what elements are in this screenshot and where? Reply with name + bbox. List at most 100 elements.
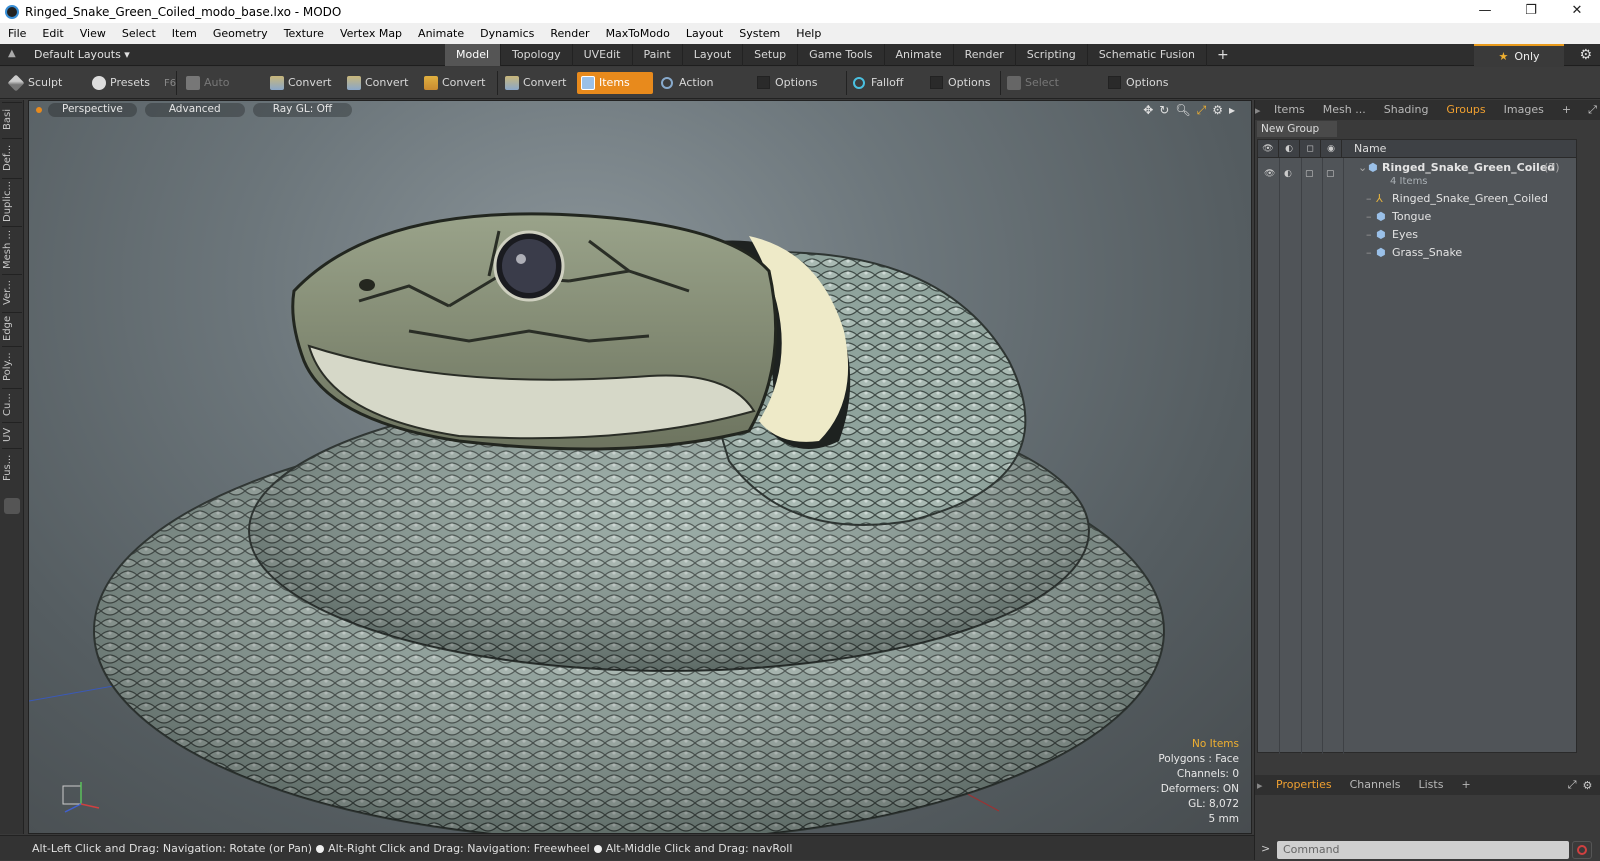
menu-file[interactable]: File	[0, 23, 34, 44]
select-through-options-button[interactable]: Options	[1104, 72, 1188, 94]
list-item[interactable]: – ⬢ Tongue	[1258, 208, 1576, 226]
vtab-edge[interactable]: Edge	[2, 312, 22, 344]
properties-expand-icon[interactable]: ⤢	[1568, 778, 1577, 792]
only-toggle-button[interactable]: ★ Only	[1474, 44, 1564, 66]
menu-item[interactable]: Item	[164, 23, 205, 44]
vtab-mesh-edit[interactable]: Mesh ...	[2, 226, 22, 272]
gear-icon[interactable]: ⚙	[1579, 47, 1592, 63]
menu-edit[interactable]: Edit	[34, 23, 71, 44]
tab-lists[interactable]: Lists	[1410, 775, 1453, 795]
tab-game-tools[interactable]: Game Tools	[798, 44, 885, 66]
default-layouts-dropdown[interactable]: Default Layouts ▾	[34, 48, 130, 61]
list-item[interactable]: – ⅄ Ringed_Snake_Green_Coiled	[1258, 190, 1576, 208]
options-checkbox-1[interactable]	[757, 76, 770, 89]
viewport-expand-arrow-icon[interactable]: ▸	[1229, 103, 1235, 118]
options-checkbox-3[interactable]	[1108, 76, 1121, 89]
menu-render[interactable]: Render	[542, 23, 597, 44]
tab-mesh[interactable]: Mesh ...	[1314, 100, 1375, 120]
menu-layout[interactable]: Layout	[678, 23, 731, 44]
tab-animate[interactable]: Animate	[885, 44, 954, 66]
render-column-icon[interactable]: ◐	[1279, 139, 1300, 158]
menu-system[interactable]: System	[731, 23, 788, 44]
zoom-view-icon[interactable]: 🔍︎	[1175, 103, 1190, 118]
tab-items[interactable]: Items	[1265, 100, 1314, 120]
lock-column-icon[interactable]: ◻	[1300, 139, 1321, 158]
tab-layout[interactable]: Layout	[683, 44, 744, 66]
command-input[interactable]: Command	[1277, 841, 1569, 859]
rotate-view-icon[interactable]: ↻	[1159, 103, 1169, 118]
add-properties-tab-button[interactable]: +	[1452, 775, 1479, 795]
tab-paint[interactable]: Paint	[633, 44, 683, 66]
panel-handle-icon[interactable]: ▸	[1255, 104, 1265, 117]
command-record-button[interactable]	[1572, 841, 1592, 859]
action-center-options-button[interactable]: Options	[753, 72, 843, 94]
perspective-button[interactable]: Perspective	[48, 103, 137, 117]
properties-gear-icon[interactable]: ⚙	[1583, 779, 1593, 792]
tab-groups[interactable]: Groups	[1437, 100, 1494, 120]
tab-images[interactable]: Images	[1495, 100, 1553, 120]
list-item[interactable]: – ⬢ Grass_Snake	[1258, 244, 1576, 262]
menu-view[interactable]: View	[72, 23, 114, 44]
tab-model[interactable]: Model	[445, 44, 502, 66]
tab-scripting[interactable]: Scripting	[1016, 44, 1088, 66]
tab-setup[interactable]: Setup	[743, 44, 799, 66]
vtab-uv[interactable]: UV	[2, 422, 22, 446]
viewport-menu-dot[interactable]	[36, 107, 42, 113]
convert-vertices-button[interactable]: Convert	[266, 72, 340, 94]
close-button[interactable]: ✕	[1554, 0, 1600, 23]
presets-button[interactable]: Presets F6	[88, 72, 176, 94]
raygl-toggle-button[interactable]: Ray GL: Off	[252, 103, 353, 117]
list-item[interactable]: – ⬢ Eyes	[1258, 226, 1576, 244]
menu-dynamics[interactable]: Dynamics	[472, 23, 542, 44]
3d-viewport[interactable]: Perspective Advanced Ray GL: Off ✥ ↻ 🔍︎ …	[28, 100, 1252, 834]
menu-maxtomodo[interactable]: MaxToModo	[598, 23, 678, 44]
menu-vertex-map[interactable]: Vertex Map	[332, 23, 410, 44]
properties-handle-icon[interactable]: ▸	[1255, 779, 1267, 792]
convert-items-button[interactable]: Convert	[501, 72, 573, 94]
tab-schematic-fusion[interactable]: Schematic Fusion	[1088, 44, 1208, 66]
menu-texture[interactable]: Texture	[276, 23, 332, 44]
collapse-up-icon[interactable]: ▲	[8, 48, 20, 60]
expand-strip-button[interactable]	[4, 498, 20, 514]
minimize-button[interactable]: —	[1462, 0, 1508, 23]
auto-select-button[interactable]: Auto Select	[182, 72, 262, 111]
menu-select[interactable]: Select	[114, 23, 164, 44]
tab-render[interactable]: Render	[954, 44, 1016, 66]
convert-edges-button[interactable]: Convert	[343, 72, 417, 94]
tab-shading[interactable]: Shading	[1375, 100, 1438, 120]
falloff-button[interactable]: Falloff	[849, 72, 923, 94]
select-through-button[interactable]: Select Through	[1003, 72, 1103, 111]
convert-polygons-button[interactable]: Convert	[420, 72, 494, 94]
vtab-curve[interactable]: Cu...	[2, 388, 22, 420]
vtab-fusion[interactable]: Fus...	[2, 448, 22, 486]
menu-help[interactable]: Help	[788, 23, 829, 44]
visibility-column-eye-icon[interactable]: 👁︎	[1258, 139, 1279, 158]
vtab-deform[interactable]: Def...	[2, 138, 22, 176]
tab-properties[interactable]: Properties	[1267, 775, 1341, 795]
move-view-icon[interactable]: ✥	[1143, 103, 1153, 118]
panel-expand-icon[interactable]: ⤢	[1588, 103, 1597, 117]
tab-channels[interactable]: Channels	[1341, 775, 1410, 795]
viewport-gear-icon[interactable]: ⚙	[1212, 103, 1223, 118]
vtab-polygon[interactable]: Poly...	[2, 346, 22, 386]
select-column-icon[interactable]: ◉	[1321, 139, 1342, 158]
options-checkbox-2[interactable]	[930, 76, 943, 89]
maximize-view-icon[interactable]: ⤢	[1197, 103, 1207, 118]
menu-animate[interactable]: Animate	[410, 23, 472, 44]
falloff-options-button[interactable]: Options	[926, 72, 998, 94]
add-panel-tab-button[interactable]: +	[1553, 100, 1580, 120]
vtab-duplicate[interactable]: Duplic...	[2, 178, 22, 224]
vtab-vertex[interactable]: Ver...	[2, 274, 22, 310]
items-mode-button[interactable]: Items	[577, 72, 653, 94]
restore-button[interactable]: ❐	[1508, 0, 1554, 23]
add-tab-button[interactable]: +	[1207, 44, 1239, 66]
action-center-button[interactable]: Action Center	[657, 72, 749, 111]
advanced-shading-button[interactable]: Advanced	[144, 103, 245, 117]
name-column-header[interactable]: Name	[1342, 142, 1386, 155]
tab-uvedit[interactable]: UVEdit	[573, 44, 633, 66]
new-group-button[interactable]: New Group	[1257, 121, 1337, 137]
tab-topology[interactable]: Topology	[501, 44, 573, 66]
vtab-basic[interactable]: Basi	[2, 102, 22, 136]
menu-geometry[interactable]: Geometry	[205, 23, 276, 44]
sculpt-button[interactable]: Sculpt	[6, 72, 86, 94]
